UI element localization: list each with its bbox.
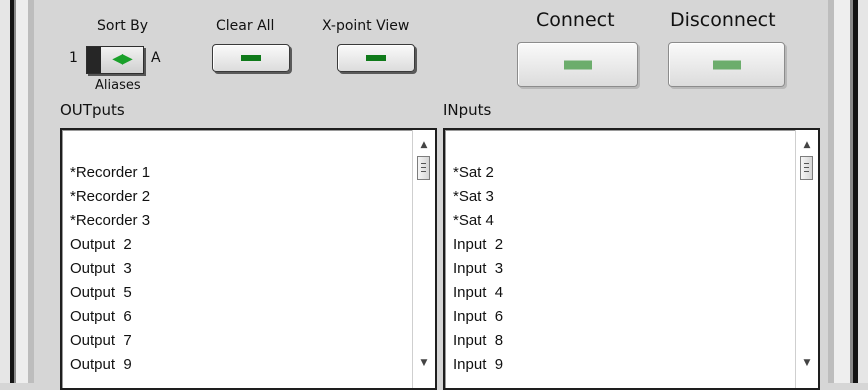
xpoint-view-label: X-point View	[322, 18, 410, 34]
list-item[interactable]: *Recorder 1	[70, 161, 405, 185]
disconnect-button[interactable]	[668, 42, 785, 87]
connect-label: Connect	[536, 9, 615, 31]
router-panel: Sort By 1 ◀▶ A Aliases Clear All X-point…	[34, 0, 828, 390]
toggle-lever	[87, 47, 101, 73]
inputs-title: INputs	[443, 101, 492, 119]
outputs-title: OUTputs	[60, 101, 125, 119]
sort-by-label: Sort By	[97, 18, 149, 34]
list-item[interactable]: *Recorder 3	[70, 209, 405, 233]
clear-all-label: Clear All	[216, 18, 275, 34]
outputs-scrollbar[interactable]: ▲ ▼	[412, 130, 435, 388]
connect-indicator	[563, 60, 592, 69]
list-item[interactable]: *Sat 4	[453, 209, 788, 233]
connect-button[interactable]	[517, 42, 638, 87]
scroll-up-icon[interactable]: ▲	[796, 136, 818, 154]
left-right-arrows-icon: ◀▶	[112, 51, 133, 67]
outputs-items: *Recorder 1 *Recorder 2 *Recorder 3 Outp…	[70, 161, 405, 377]
xpoint-view-button[interactable]	[337, 44, 415, 72]
sort-toggle[interactable]: ◀▶	[86, 46, 144, 74]
xpoint-view-indicator	[366, 55, 386, 61]
outputs-list[interactable]: *Recorder 1 *Recorder 2 *Recorder 3 Outp…	[60, 128, 437, 390]
sort-left-value: 1	[69, 50, 78, 66]
clear-all-indicator	[241, 55, 261, 61]
sort-right-value: A	[151, 50, 161, 66]
list-item[interactable]: Input 3	[453, 257, 788, 281]
list-item[interactable]: *Recorder 2	[70, 185, 405, 209]
list-item[interactable]: Output 2	[70, 233, 405, 257]
list-item[interactable]: Output 5	[70, 281, 405, 305]
disconnect-label: Disconnect	[670, 9, 776, 31]
list-item[interactable]: *Sat 3	[453, 185, 788, 209]
list-item[interactable]: Input 8	[453, 329, 788, 353]
list-item[interactable]: Output 7	[70, 329, 405, 353]
scroll-down-icon[interactable]: ▼	[413, 354, 435, 372]
inputs-items: *Sat 2 *Sat 3 *Sat 4 Input 2 Input 3 Inp…	[453, 161, 788, 377]
list-item[interactable]: Input 2	[453, 233, 788, 257]
list-item[interactable]: Output 3	[70, 257, 405, 281]
list-item[interactable]: Output 6	[70, 305, 405, 329]
list-item[interactable]: Input 9	[453, 353, 788, 377]
scroll-up-icon[interactable]: ▲	[413, 136, 435, 154]
inputs-scrollbar[interactable]: ▲ ▼	[795, 130, 818, 388]
list-item[interactable]: Input 6	[453, 305, 788, 329]
scroll-thumb[interactable]	[800, 156, 813, 180]
list-item[interactable]: Input 4	[453, 281, 788, 305]
sort-aliases-label: Aliases	[95, 78, 141, 93]
scroll-thumb[interactable]	[417, 156, 430, 180]
disconnect-indicator	[712, 60, 741, 69]
clear-all-button[interactable]	[212, 44, 290, 72]
scroll-down-icon[interactable]: ▼	[796, 354, 818, 372]
list-item[interactable]: *Sat 2	[453, 161, 788, 185]
inputs-list[interactable]: *Sat 2 *Sat 3 *Sat 4 Input 2 Input 3 Inp…	[443, 128, 820, 390]
list-item[interactable]: Output 9	[70, 353, 405, 377]
